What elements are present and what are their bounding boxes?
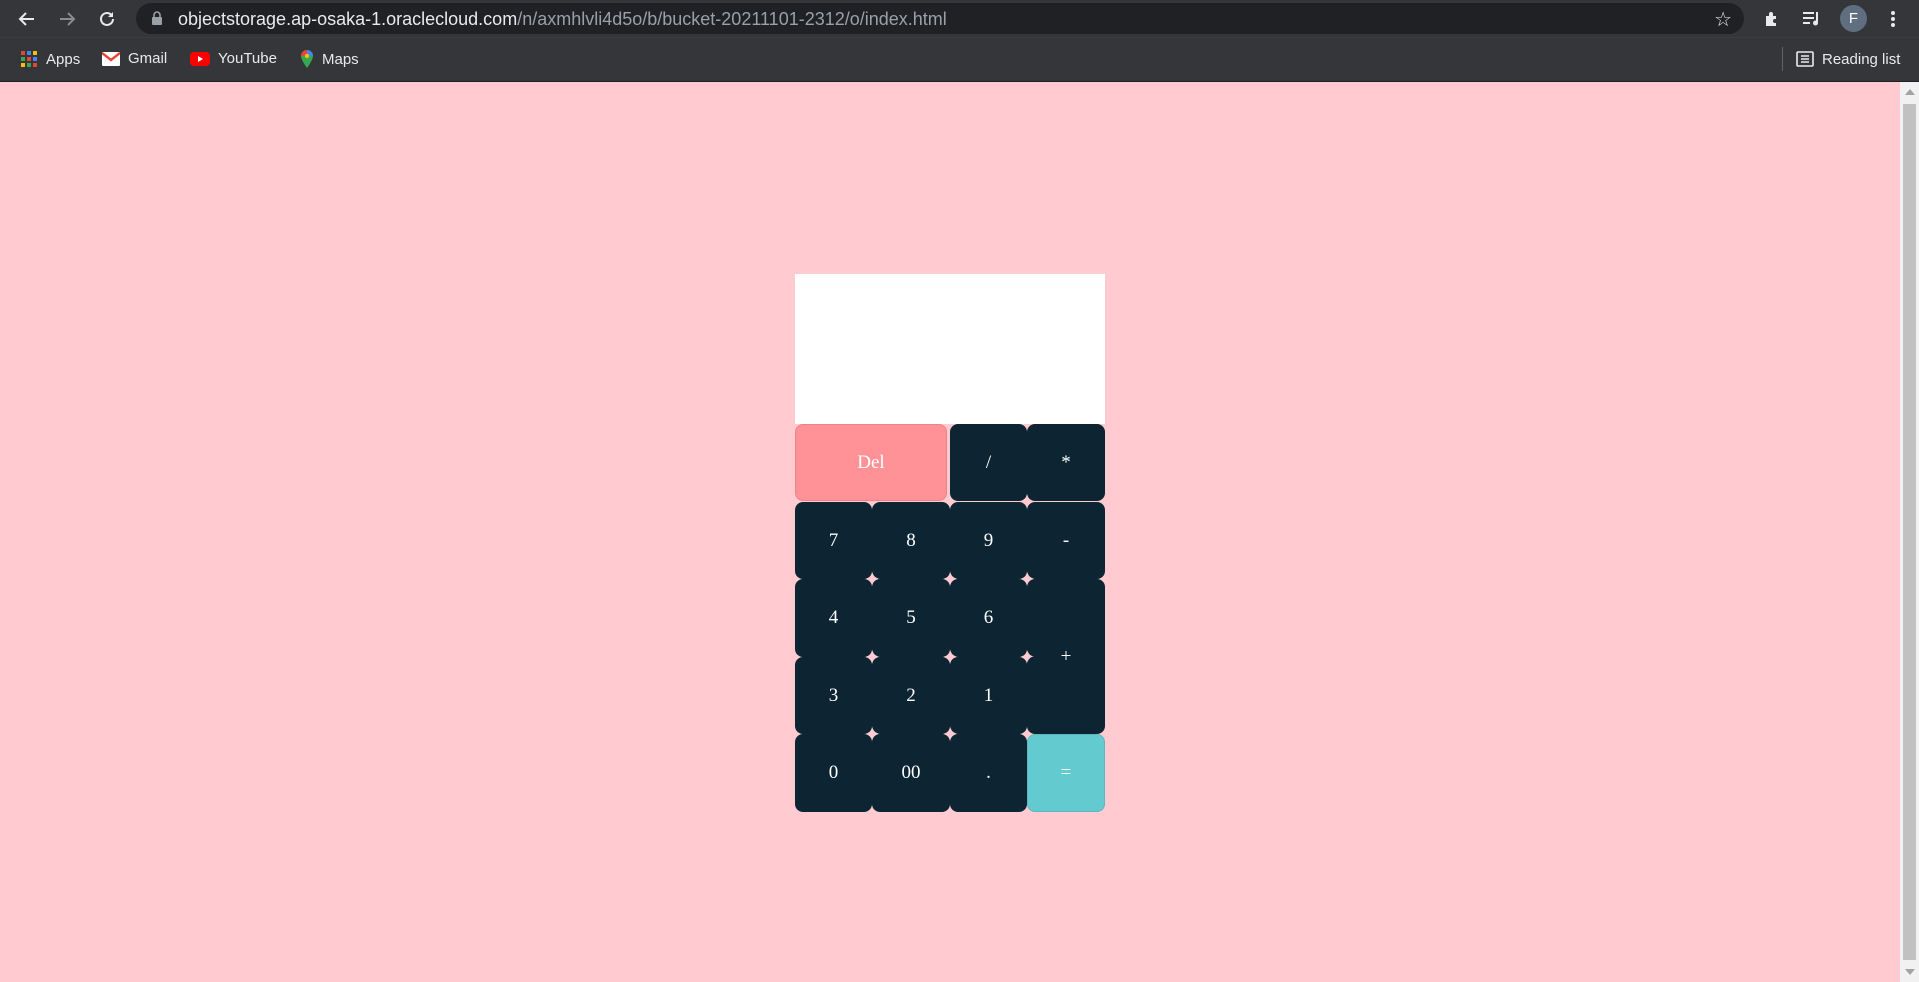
apps-grid-icon — [21, 51, 37, 67]
address-bar[interactable]: objectstorage.ap-osaka-1.oraclecloud.com… — [136, 3, 1744, 34]
reading-list-icon — [1796, 51, 1814, 67]
sparkle-icon: ✦ — [865, 724, 881, 744]
delete-button[interactable]: Del — [795, 424, 947, 501]
multiply-button[interactable]: * — [1027, 424, 1105, 501]
browser-toolbar: objectstorage.ap-osaka-1.oraclecloud.com… — [0, 0, 1919, 37]
bookmark-youtube[interactable]: YouTube — [190, 50, 277, 67]
bookmarks-divider — [1782, 47, 1783, 71]
decimal-point-button[interactable]: . — [950, 734, 1027, 812]
digit-8-button[interactable]: 8 — [872, 502, 950, 579]
bookmark-apps[interactable]: Apps — [20, 50, 80, 68]
calculator-keypad: Del / * 7 8 9 - 4 5 6 + 3 2 1 0 00 . = ✦… — [795, 424, 1105, 812]
bookmark-youtube-label: YouTube — [218, 50, 277, 67]
digit-3-button[interactable]: 3 — [795, 657, 872, 734]
bookmark-apps-label: Apps — [46, 50, 81, 68]
back-button[interactable] — [12, 4, 42, 34]
minus-button[interactable]: - — [1027, 502, 1105, 579]
bookmark-maps[interactable]: Maps — [300, 50, 359, 68]
forward-button[interactable] — [52, 4, 82, 34]
scroll-down-icon[interactable] — [1905, 969, 1915, 975]
url-host: objectstorage.ap-osaka-1.oraclecloud.com — [178, 9, 518, 29]
sparkle-icon: ✦ — [943, 647, 959, 667]
reload-icon — [100, 11, 114, 26]
digit-0-button[interactable]: 0 — [795, 734, 872, 812]
calculator-display — [795, 274, 1105, 424]
profile-avatar[interactable]: F — [1840, 5, 1867, 32]
media-control-icon[interactable] — [1797, 4, 1827, 34]
equals-button[interactable]: = — [1027, 734, 1105, 812]
divide-button[interactable]: / — [950, 424, 1027, 501]
bookmark-gmail-label: Gmail — [128, 50, 168, 67]
bookmark-maps-label: Maps — [322, 50, 359, 68]
sparkle-icon: ✦ — [943, 724, 959, 744]
youtube-icon — [190, 51, 210, 66]
back-arrow-icon — [18, 12, 34, 26]
lock-icon — [152, 11, 162, 25]
scroll-thumb[interactable] — [1903, 104, 1916, 960]
sparkle-icon: ✦ — [1020, 492, 1036, 512]
reload-button[interactable] — [92, 4, 122, 34]
page-scrollbar[interactable] — [1900, 82, 1919, 982]
scroll-up-icon[interactable] — [1905, 89, 1915, 95]
digit-7-button[interactable]: 7 — [795, 502, 872, 579]
sparkle-icon: ✦ — [865, 569, 881, 589]
reading-list-button[interactable]: Reading list — [1796, 50, 1900, 68]
digit-9-button[interactable]: 9 — [950, 502, 1027, 579]
digit-5-button[interactable]: 5 — [872, 579, 950, 657]
digit-2-button[interactable]: 2 — [872, 657, 950, 734]
sparkle-icon: ✦ — [943, 569, 959, 589]
bookmark-star-icon[interactable]: ☆ — [1714, 7, 1732, 32]
sparkle-icon: ✦ — [865, 647, 881, 667]
sparkle-icon: ✦ — [1020, 647, 1036, 667]
double-zero-button[interactable]: 00 — [872, 734, 950, 812]
forward-arrow-icon — [60, 12, 76, 26]
bookmarks-bar: Apps Gmail YouTube Maps Reading list — [0, 37, 1919, 82]
maps-icon — [301, 50, 313, 68]
menu-kebab-icon[interactable] — [1878, 4, 1908, 34]
digit-1-button[interactable]: 1 — [950, 657, 1027, 734]
url-path: /n/axmhlvli4d5o/b/bucket-20211101-2312/o… — [517, 9, 947, 29]
sparkle-icon: ✦ — [1020, 569, 1036, 589]
reading-list-label: Reading list — [1822, 50, 1901, 68]
calculator: Del / * 7 8 9 - 4 5 6 + 3 2 1 0 00 . = ✦… — [795, 274, 1105, 812]
bookmark-gmail[interactable]: Gmail — [102, 50, 167, 67]
digit-4-button[interactable]: 4 — [795, 579, 872, 657]
gmail-icon — [102, 51, 120, 66]
extensions-icon[interactable] — [1757, 4, 1787, 34]
plus-button[interactable]: + — [1027, 579, 1105, 734]
digit-6-button[interactable]: 6 — [950, 579, 1027, 657]
url-text: objectstorage.ap-osaka-1.oraclecloud.com… — [178, 9, 947, 30]
